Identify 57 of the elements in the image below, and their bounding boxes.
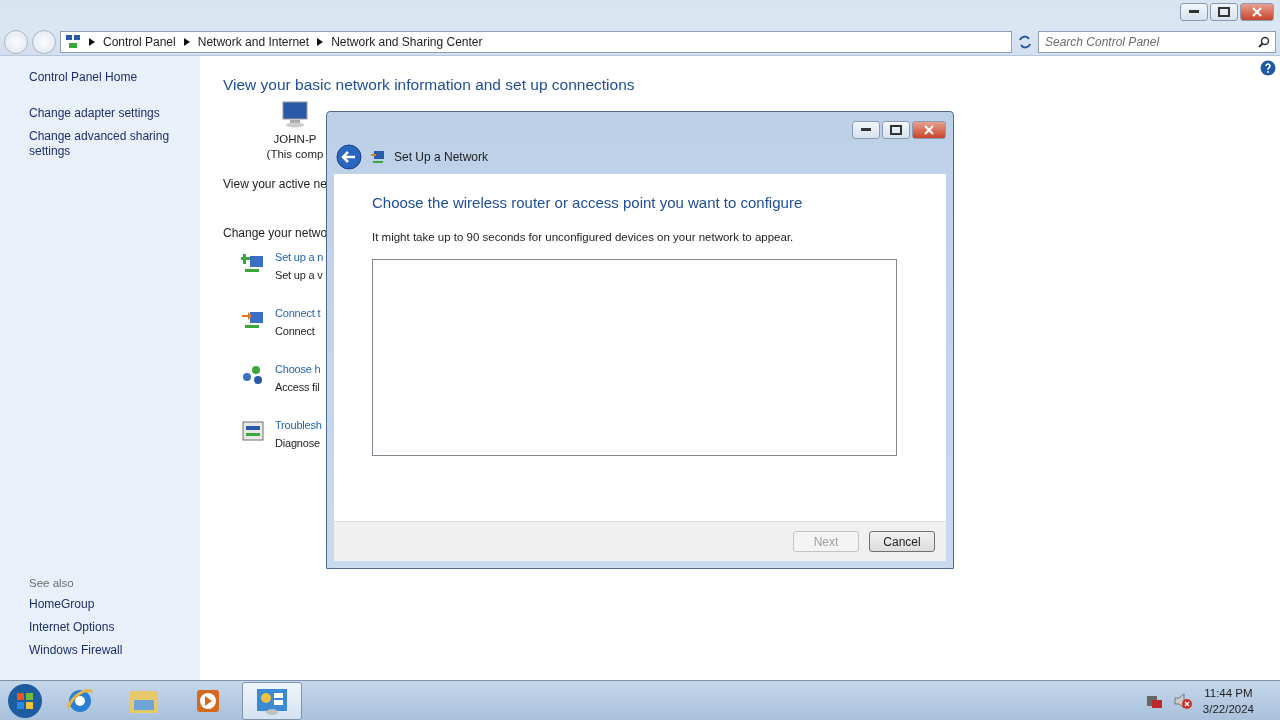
close-icon [924, 125, 934, 135]
dialog-close-button[interactable] [912, 121, 946, 139]
search-icon [1258, 35, 1270, 48]
speaker-muted-icon[interactable] [1172, 691, 1193, 710]
change-settings-label: Change your netwo [223, 226, 328, 240]
back-arrow-button[interactable] [336, 144, 362, 170]
see-also-link[interactable]: Windows Firewall [29, 643, 179, 658]
taskbar-app-button[interactable] [242, 681, 302, 720]
task-link[interactable]: Choose h [275, 363, 321, 375]
search-field[interactable]: Search Control Panel [1038, 30, 1276, 53]
dialog-minimize-button[interactable] [852, 121, 880, 139]
dialog-button[interactable]: Cancel [869, 531, 935, 552]
see-also-heading: See also [29, 577, 75, 589]
dialog-message: It might take up to 90 seconds for unconfigured devices on your network to appear. [372, 231, 795, 243]
network-setup-icon [370, 149, 386, 165]
minimize-button[interactable] [1180, 3, 1208, 21]
breadcrumb[interactable]: Network and Sharing Center [331, 34, 483, 49]
maximize-icon [1218, 7, 1230, 17]
sidebar-link[interactable]: Change advanced sharing settings [29, 129, 179, 159]
minimize-icon [1189, 10, 1199, 14]
task-link[interactable]: Troublesh [275, 419, 322, 431]
task-description: Connect [275, 325, 315, 337]
close-icon [1252, 7, 1262, 17]
clock-date[interactable]: 3/22/2024 [1202, 700, 1254, 717]
help-icon[interactable] [1260, 60, 1276, 76]
computer-name: JOHN-P [273, 132, 317, 147]
address-bar[interactable]: Control Panel Network and Internet Network and Sharing Center [60, 30, 1012, 53]
task-link[interactable]: Set up a n [275, 251, 324, 263]
sidebar-link[interactable]: Change adapter settings [29, 106, 179, 121]
breadcrumb[interactable]: Network and Internet [197, 34, 310, 49]
chevron-icon [317, 37, 324, 46]
maximize-button[interactable] [1210, 3, 1238, 21]
task-description: Set up a v [275, 269, 323, 281]
dialog-heading: Choose the wireless router or access point you want to configure [372, 194, 804, 211]
computer-icon [280, 100, 310, 128]
breadcrumb[interactable]: Control Panel [103, 34, 176, 49]
network-add-icon [241, 251, 265, 275]
task-description: Diagnose [275, 437, 320, 449]
clock-time[interactable]: 11:44 PM [1204, 684, 1253, 701]
see-also-link[interactable]: Internet Options [29, 620, 179, 635]
dialog-title: Set Up a Network [394, 150, 489, 164]
control-panel-icon [65, 33, 81, 50]
chevron-icon [183, 37, 190, 46]
task-description: Access fil [275, 381, 320, 393]
dialog-maximize-button[interactable] [882, 121, 910, 139]
close-button[interactable] [1240, 3, 1274, 21]
chevron-icon [89, 37, 95, 46]
active-networks-label: View your active ne [223, 177, 327, 191]
computer-caption: (This comp [266, 147, 324, 162]
task-link[interactable]: Connect t [275, 307, 321, 319]
sidebar-link[interactable]: Control Panel Home [29, 70, 179, 85]
see-also-link[interactable]: HomeGroup [29, 597, 179, 612]
homegroup-icon [241, 363, 265, 387]
maximize-icon [890, 125, 902, 135]
page-heading: View your basic network information and set up connections [223, 76, 635, 94]
minimize-icon [861, 128, 871, 132]
troubleshoot-icon [241, 419, 265, 443]
